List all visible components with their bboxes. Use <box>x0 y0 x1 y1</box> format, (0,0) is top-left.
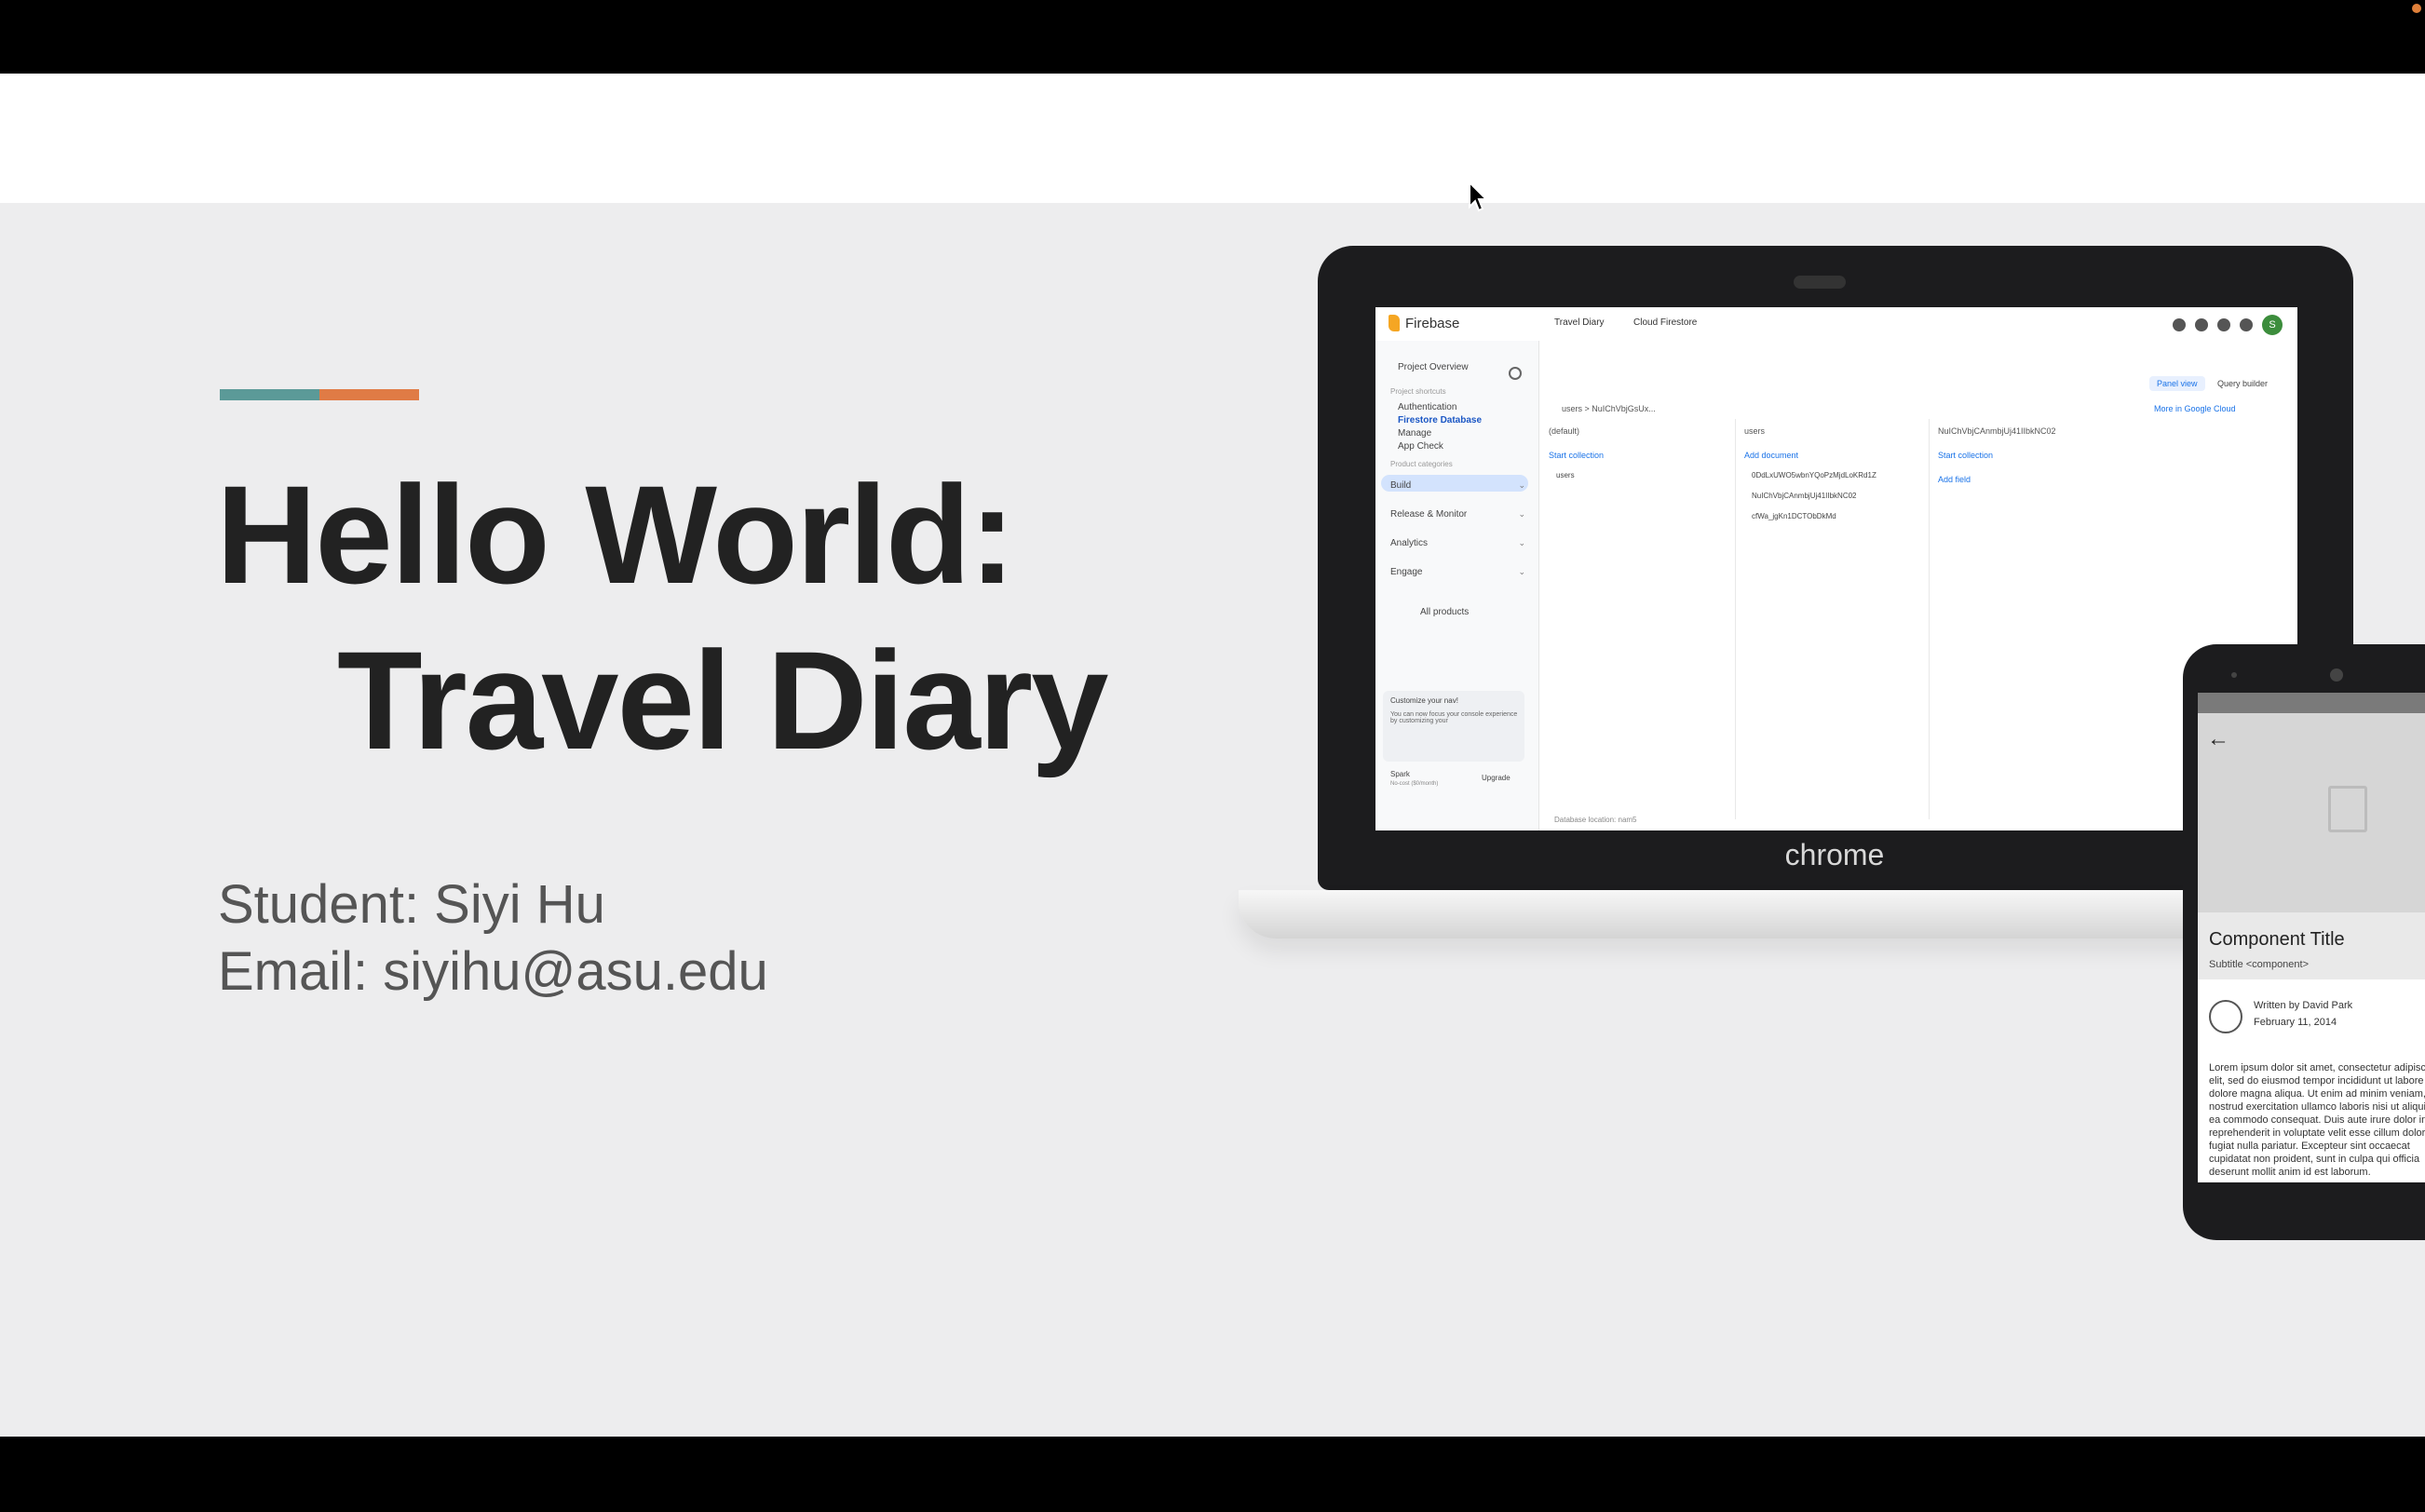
panel-view-button[interactable]: Panel view <box>2149 376 2205 391</box>
sidebar-section-shortcuts: Project shortcuts <box>1390 387 1446 396</box>
phone-camera <box>2330 668 2343 682</box>
firebase-brand: Firebase <box>1405 316 1460 331</box>
help-icon[interactable] <box>2195 318 2208 331</box>
project-selector[interactable]: Travel Diary <box>1554 317 1605 328</box>
column-header: (default) <box>1549 426 1580 436</box>
list-item[interactable]: cfWa_jgKn1DCTObDkMd <box>1752 512 1836 520</box>
list-item[interactable]: NuIChVbjCAnmbjUj41IIbkNC02 <box>1752 492 1857 500</box>
list-item[interactable]: users <box>1556 471 1575 479</box>
theme-icon[interactable] <box>2173 318 2186 331</box>
student-name: Student: Siyi Hu <box>218 874 605 935</box>
start-collection-button[interactable]: Start collection <box>1938 451 1993 460</box>
avatar <box>2209 1000 2242 1033</box>
docs-icon[interactable] <box>2217 318 2230 331</box>
sidebar-section-categories: Product categories <box>1390 460 1453 468</box>
firebase-sidebar: Project Overview Project shortcuts Authe… <box>1375 341 1539 830</box>
sidebar-group-engage[interactable]: Engage <box>1390 567 1422 577</box>
sidebar-group-analytics[interactable]: Analytics <box>1390 538 1428 548</box>
slide-title-line2: Travel Diary <box>337 622 1109 778</box>
back-arrow-icon[interactable]: ← <box>2207 726 2229 752</box>
body-text: Lorem ipsum dolor sit amet, consectetur … <box>2209 1062 2425 1178</box>
top-black-bar <box>0 0 2425 74</box>
upgrade-button[interactable]: Upgrade <box>1482 774 1511 782</box>
firebase-topbar: Firebase Travel Diary Cloud Firestore S <box>1375 307 2297 342</box>
add-document-button[interactable]: Add document <box>1744 451 1798 460</box>
component-subtitle: Subtitle <component> <box>2209 959 2310 970</box>
sidebar-item-firestore[interactable]: Firestore Database <box>1398 415 1482 425</box>
sidebar-item-app-check[interactable]: App Check <box>1398 441 1443 452</box>
accent-teal <box>220 389 319 400</box>
bottom-black-bar <box>0 1437 2425 1512</box>
sidebar-group-build[interactable]: Build <box>1390 480 1411 491</box>
chevron-down-icon: ⌄ <box>1518 480 1525 490</box>
collection-column: (default) Start collection users <box>1539 419 1736 819</box>
author: Written by David Park <box>2254 1000 2353 1011</box>
accent-line <box>220 389 419 400</box>
laptop-camera <box>1794 276 1846 289</box>
product-name: Cloud Firestore <box>1633 317 1698 328</box>
phone-status-bar <box>2198 693 2425 713</box>
start-collection-button[interactable]: Start collection <box>1549 451 1604 460</box>
customize-title: Customize your nav! <box>1390 696 1458 705</box>
window-indicator-icon <box>2412 4 2421 13</box>
column-header: users <box>1744 426 1766 436</box>
phone-sensor <box>2231 672 2237 678</box>
laptop-screen: Firebase Travel Diary Cloud Firestore S … <box>1375 307 2297 830</box>
list-item[interactable]: 0DdLxUWO5wbnYQoPzMjdLoKRd1Z <box>1752 471 1876 479</box>
notifications-icon[interactable] <box>2240 318 2253 331</box>
phone-header-image <box>2198 713 2425 937</box>
post-date: February 11, 2014 <box>2254 1017 2337 1028</box>
topbar-icons: S <box>2173 315 2283 335</box>
image-placeholder-icon <box>2328 786 2367 832</box>
sidebar-item-manage[interactable]: Manage <box>1398 428 1431 439</box>
chevron-down-icon: ⌄ <box>1518 567 1525 576</box>
firebase-logo-icon <box>1389 315 1400 331</box>
documents-column: users Add document 0DdLxUWO5wbnYQoPzMjdL… <box>1735 419 1930 819</box>
student-email: Email: siyihu@asu.edu <box>218 941 768 1002</box>
database-location: Database location: nam5 <box>1554 816 1637 824</box>
more-in-cloud-link[interactable]: More in Google Cloud <box>2154 404 2236 413</box>
sidebar-item-project-overview[interactable]: Project Overview <box>1398 362 1469 372</box>
add-field-button[interactable]: Add field <box>1938 475 1971 484</box>
query-builder-button[interactable]: Query builder <box>2217 379 2268 388</box>
sidebar-all-products[interactable]: All products <box>1420 607 1469 617</box>
column-header: NuIChVbjCAnmbjUj41IIbkNC02 <box>1938 426 2056 436</box>
breadcrumb[interactable]: users > NuIChVbjGsUx... <box>1562 404 1656 413</box>
laptop-brand: chrome <box>1784 838 1885 871</box>
phone-screen: ← Component Title Subtitle <component> W… <box>2198 693 2425 1182</box>
gear-icon[interactable] <box>1509 367 1522 380</box>
slide-title-line1: Hello World: <box>216 456 1016 613</box>
plan-name: Spark <box>1390 770 1410 778</box>
plan-sub: No-cost ($0/month) <box>1390 781 1439 787</box>
accent-orange <box>319 389 419 400</box>
sidebar-group-release[interactable]: Release & Monitor <box>1390 509 1467 520</box>
sidebar-item-authentication[interactable]: Authentication <box>1398 402 1456 412</box>
customize-text: You can now focus your console experienc… <box>1390 711 1518 724</box>
component-title: Component Title <box>2209 929 2345 950</box>
white-strip <box>0 74 2425 203</box>
avatar[interactable]: S <box>2262 315 2283 335</box>
chevron-down-icon: ⌄ <box>1518 509 1525 519</box>
chevron-down-icon: ⌄ <box>1518 538 1525 547</box>
mouse-cursor-icon <box>1469 181 1488 212</box>
